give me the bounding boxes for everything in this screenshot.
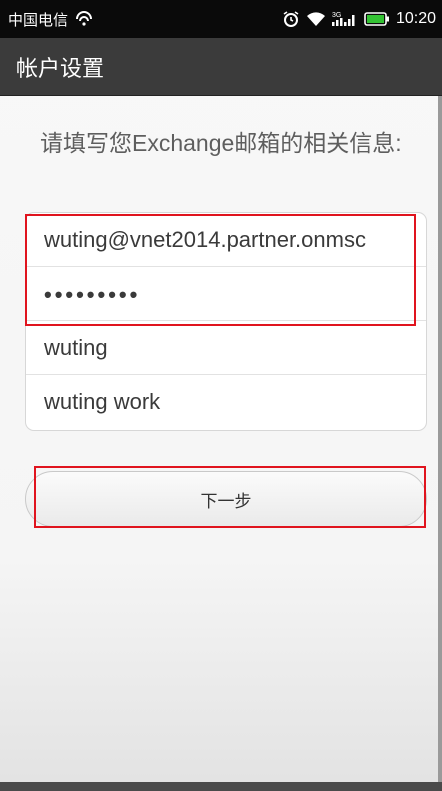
status-bar: 中国电信 3G 10:20 (0, 0, 442, 38)
scroll-edge (438, 96, 442, 791)
screen: 中国电信 3G 10:20 帐户设置 请填写您Exchange邮箱的相关信息: … (0, 0, 442, 791)
username-field[interactable]: wuting (26, 321, 426, 375)
carrier-label: 中国电信 (8, 11, 69, 29)
bottom-edge (0, 782, 442, 791)
next-button[interactable]: 下一步 (25, 471, 427, 527)
page-title: 帐户设置 (16, 55, 105, 81)
alarm-icon (282, 10, 300, 28)
signal-icon: 3G (331, 10, 358, 28)
battery-icon (364, 12, 390, 26)
account-name-field[interactable]: wuting work (26, 375, 426, 429)
account-form: wuting@vnet2014.partner.onmsc ••••••••• … (25, 212, 427, 431)
data-sync-icon (74, 11, 94, 27)
wifi-icon (306, 11, 326, 27)
instruction-text: 请填写您Exchange邮箱的相关信息: (40, 130, 402, 156)
clock-label: 10:20 (395, 10, 436, 27)
network-label: 3G (332, 12, 341, 19)
password-field[interactable]: ••••••••• (26, 267, 426, 321)
status-bar-left: 中国电信 (8, 9, 94, 30)
status-bar-right: 3G 10:20 (282, 10, 436, 28)
title-bar: 帐户设置 (0, 38, 442, 96)
email-field[interactable]: wuting@vnet2014.partner.onmsc (26, 213, 426, 267)
